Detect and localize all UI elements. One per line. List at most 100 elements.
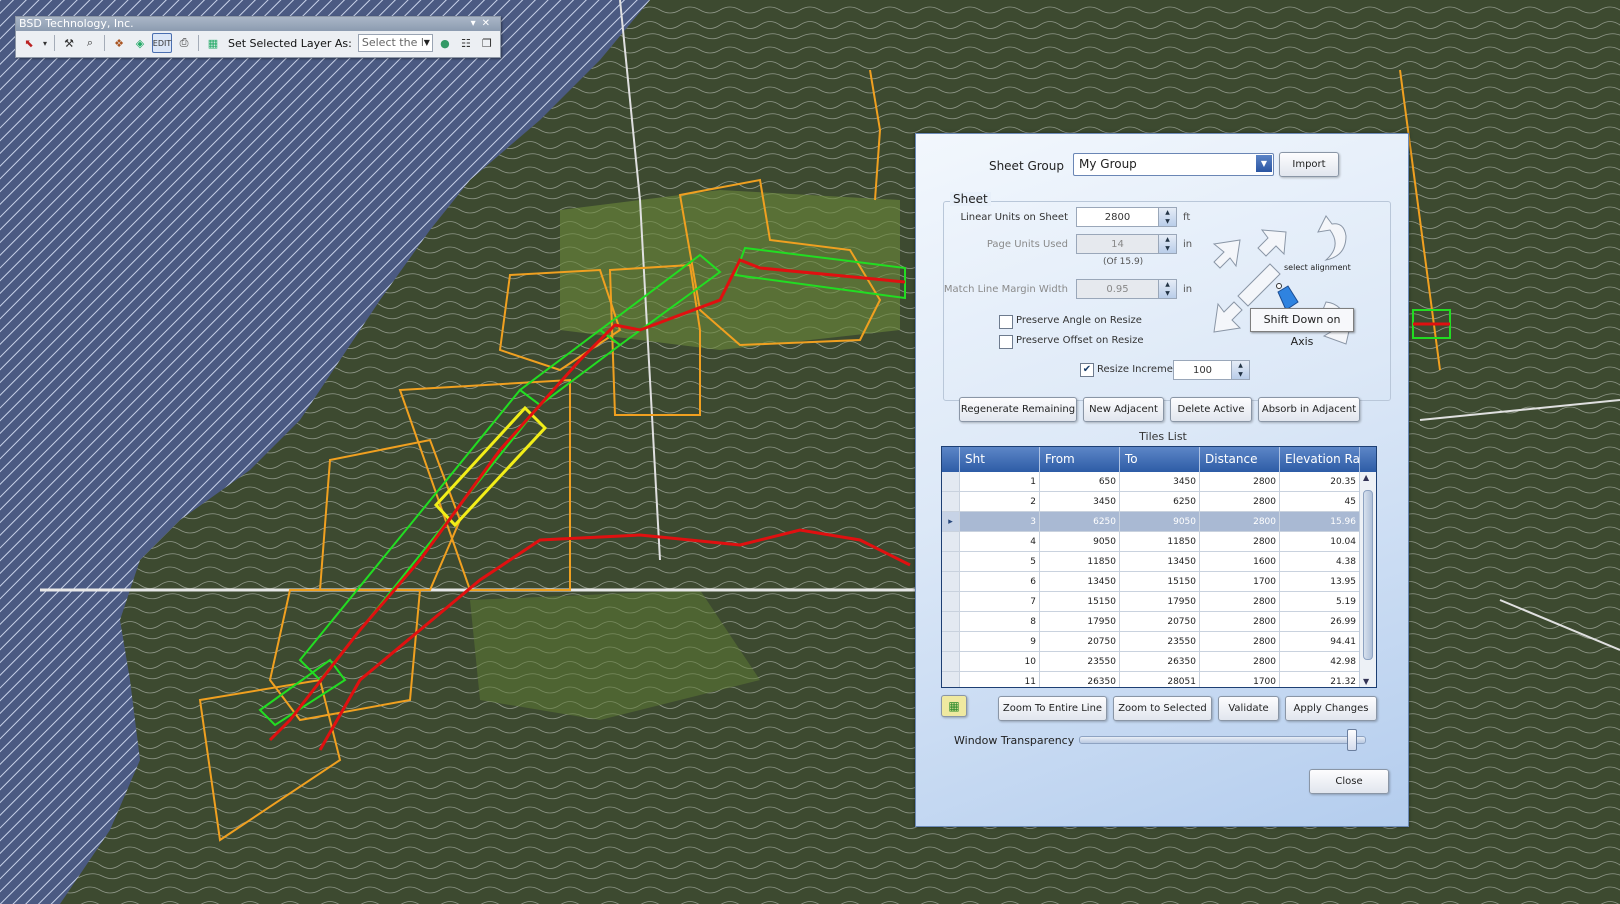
grid-vertical-scrollbar[interactable]: ▲ ▼ <box>1359 472 1376 687</box>
table-cell[interactable]: 23550 <box>1040 652 1120 672</box>
table-cell[interactable]: 1600 <box>1200 552 1280 572</box>
table-cell[interactable]: 9050 <box>1120 512 1200 532</box>
table-row[interactable]: 7 15150 17950 2800 5.19 <box>942 592 1376 612</box>
col-header-to[interactable]: To <box>1120 447 1200 472</box>
toolbar-title-bar[interactable]: BSD Technology, Inc. ▾✕ <box>16 17 500 31</box>
row-header[interactable] <box>942 652 960 672</box>
absorb-in-adjacent-button[interactable]: Absorb in Adjacent <box>1258 397 1360 422</box>
transparency-slider-thumb[interactable] <box>1346 729 1357 751</box>
col-header-from[interactable]: From <box>1040 447 1120 472</box>
preserve-angle-checkbox[interactable] <box>999 315 1013 329</box>
table-cell[interactable]: 6 <box>960 572 1040 592</box>
shift-down-arrow-icon[interactable] <box>1277 285 1299 311</box>
table-row[interactable]: 1 650 3450 2800 20.35 <box>942 472 1376 492</box>
tiles-grid[interactable]: Sht From To Distance Elevation Ra... 165… <box>941 446 1377 688</box>
table-cell[interactable]: 11 <box>960 672 1040 687</box>
apply-changes-button[interactable]: Apply Changes <box>1285 696 1377 721</box>
table-cell[interactable]: 9050 <box>1040 532 1120 552</box>
table-row[interactable]: 4 9050 11850 2800 10.04 <box>942 532 1376 552</box>
table-cell[interactable]: 6250 <box>1120 492 1200 512</box>
row-header[interactable] <box>942 572 960 592</box>
table-row[interactable]: 9 20750 23550 2800 94.41 <box>942 632 1376 652</box>
table-cell[interactable]: 4.38 <box>1280 552 1360 572</box>
table-cell[interactable]: 26.99 <box>1280 612 1360 632</box>
move-up-right-arrow-icon[interactable] <box>1257 229 1287 257</box>
toolbar-window-controls[interactable]: ▾✕ <box>471 17 496 31</box>
table-cell[interactable]: 5 <box>960 552 1040 572</box>
table-cell[interactable]: 23550 <box>1120 632 1200 652</box>
table-cell[interactable]: 2800 <box>1200 632 1280 652</box>
resize-increment-checkbox[interactable]: ✔ <box>1080 363 1094 377</box>
table-cell[interactable]: 28051 <box>1120 672 1200 687</box>
table-cell[interactable]: 15150 <box>1120 572 1200 592</box>
scrollbar-thumb[interactable] <box>1363 490 1373 660</box>
move-down-left-arrow-icon[interactable] <box>1213 301 1243 333</box>
print-icon[interactable]: ⎙ <box>175 34 193 52</box>
table-cell[interactable]: 20750 <box>1040 632 1120 652</box>
linear-units-spinner[interactable]: 2800 ▲ ▼ <box>1076 207 1177 227</box>
alignment-tool-icon[interactable]: ⚒ <box>60 34 78 52</box>
spinner-arrows-icon[interactable]: ▲ ▼ <box>1158 208 1176 226</box>
move-up-left-arrow-icon[interactable] <box>1212 239 1241 269</box>
layers-icon[interactable]: ❖ <box>110 34 128 52</box>
row-header[interactable] <box>942 632 960 652</box>
layer-combo[interactable]: Select the l ▼ <box>357 34 433 52</box>
transparency-slider[interactable] <box>1079 729 1366 751</box>
table-cell[interactable]: 2800 <box>1200 592 1280 612</box>
scroll-down-icon[interactable]: ▼ <box>1363 677 1369 686</box>
table-cell[interactable]: 1700 <box>1200 572 1280 592</box>
table-cell[interactable]: 20750 <box>1120 612 1200 632</box>
table-cell[interactable]: 7 <box>960 592 1040 612</box>
col-header-distance[interactable]: Distance <box>1200 447 1280 472</box>
table-cell[interactable]: 10 <box>960 652 1040 672</box>
table-cell[interactable]: 17950 <box>1120 592 1200 612</box>
close-button[interactable]: Close <box>1309 769 1389 794</box>
zoom-to-entire-line-button[interactable]: Zoom To Entire Line <box>998 696 1107 721</box>
table-cell[interactable]: 5.19 <box>1280 592 1360 612</box>
row-header[interactable] <box>942 612 960 632</box>
table-cell[interactable]: 2800 <box>1200 652 1280 672</box>
table-row[interactable]: 8 17950 20750 2800 26.99 <box>942 612 1376 632</box>
table-cell[interactable]: 13450 <box>1120 552 1200 572</box>
table-cell[interactable]: 42.98 <box>1280 652 1360 672</box>
tile-settings-button[interactable]: ▦ <box>941 695 967 717</box>
row-header[interactable] <box>942 492 960 512</box>
table-cell[interactable]: 15.96 <box>1280 512 1360 532</box>
table-cell[interactable]: 3450 <box>1040 492 1120 512</box>
delete-active-button[interactable]: Delete Active <box>1170 397 1252 422</box>
row-header[interactable] <box>942 552 960 572</box>
table-cell[interactable]: 10.04 <box>1280 532 1360 552</box>
table-cell[interactable]: 2800 <box>1200 532 1280 552</box>
sheet-group-combo[interactable]: My Group ▼ <box>1073 153 1274 176</box>
table-cell[interactable]: 21.32 <box>1280 672 1360 687</box>
table-cell[interactable]: 4 <box>960 532 1040 552</box>
table-cell[interactable]: 1700 <box>1200 672 1280 687</box>
table-row[interactable]: 11 26350 28051 1700 21.32 <box>942 672 1376 687</box>
table-row[interactable]: 2 3450 6250 2800 45 <box>942 492 1376 512</box>
table-cell[interactable]: 20.35 <box>1280 472 1360 492</box>
table-cell[interactable]: 26350 <box>1040 672 1120 687</box>
new-adjacent-button[interactable]: New Adjacent <box>1083 397 1164 422</box>
shift-axis-bar-icon[interactable] <box>1237 263 1281 307</box>
row-selected-indicator-icon[interactable]: ▸ <box>942 512 960 532</box>
table-cell[interactable]: 2800 <box>1200 512 1280 532</box>
edit-icon[interactable]: EDIT <box>152 33 172 53</box>
table-row[interactable]: ▸ 3 6250 9050 2800 15.96 <box>942 512 1376 532</box>
regenerate-remaining-button[interactable]: Regenerate Remaining <box>959 397 1077 422</box>
validate-button[interactable]: Validate <box>1218 696 1279 721</box>
row-header[interactable] <box>942 472 960 492</box>
table-icon[interactable]: ☷ <box>457 34 475 52</box>
table-cell[interactable]: 3450 <box>1120 472 1200 492</box>
table-cell[interactable]: 9 <box>960 632 1040 652</box>
sheet-tool-icon[interactable]: ▦ <box>204 34 222 52</box>
resize-increment-spinner[interactable]: 100 ▲ ▼ <box>1173 360 1250 380</box>
table-cell[interactable]: 2800 <box>1200 612 1280 632</box>
preserve-offset-checkbox[interactable] <box>999 335 1013 349</box>
table-cell[interactable]: 26350 <box>1120 652 1200 672</box>
table-cell[interactable]: 3 <box>960 512 1040 532</box>
table-cell[interactable]: 94.41 <box>1280 632 1360 652</box>
table-cell[interactable]: 17950 <box>1040 612 1120 632</box>
scroll-up-icon[interactable]: ▲ <box>1363 473 1369 482</box>
table-cell[interactable]: 8 <box>960 612 1040 632</box>
table-cell[interactable]: 13450 <box>1040 572 1120 592</box>
